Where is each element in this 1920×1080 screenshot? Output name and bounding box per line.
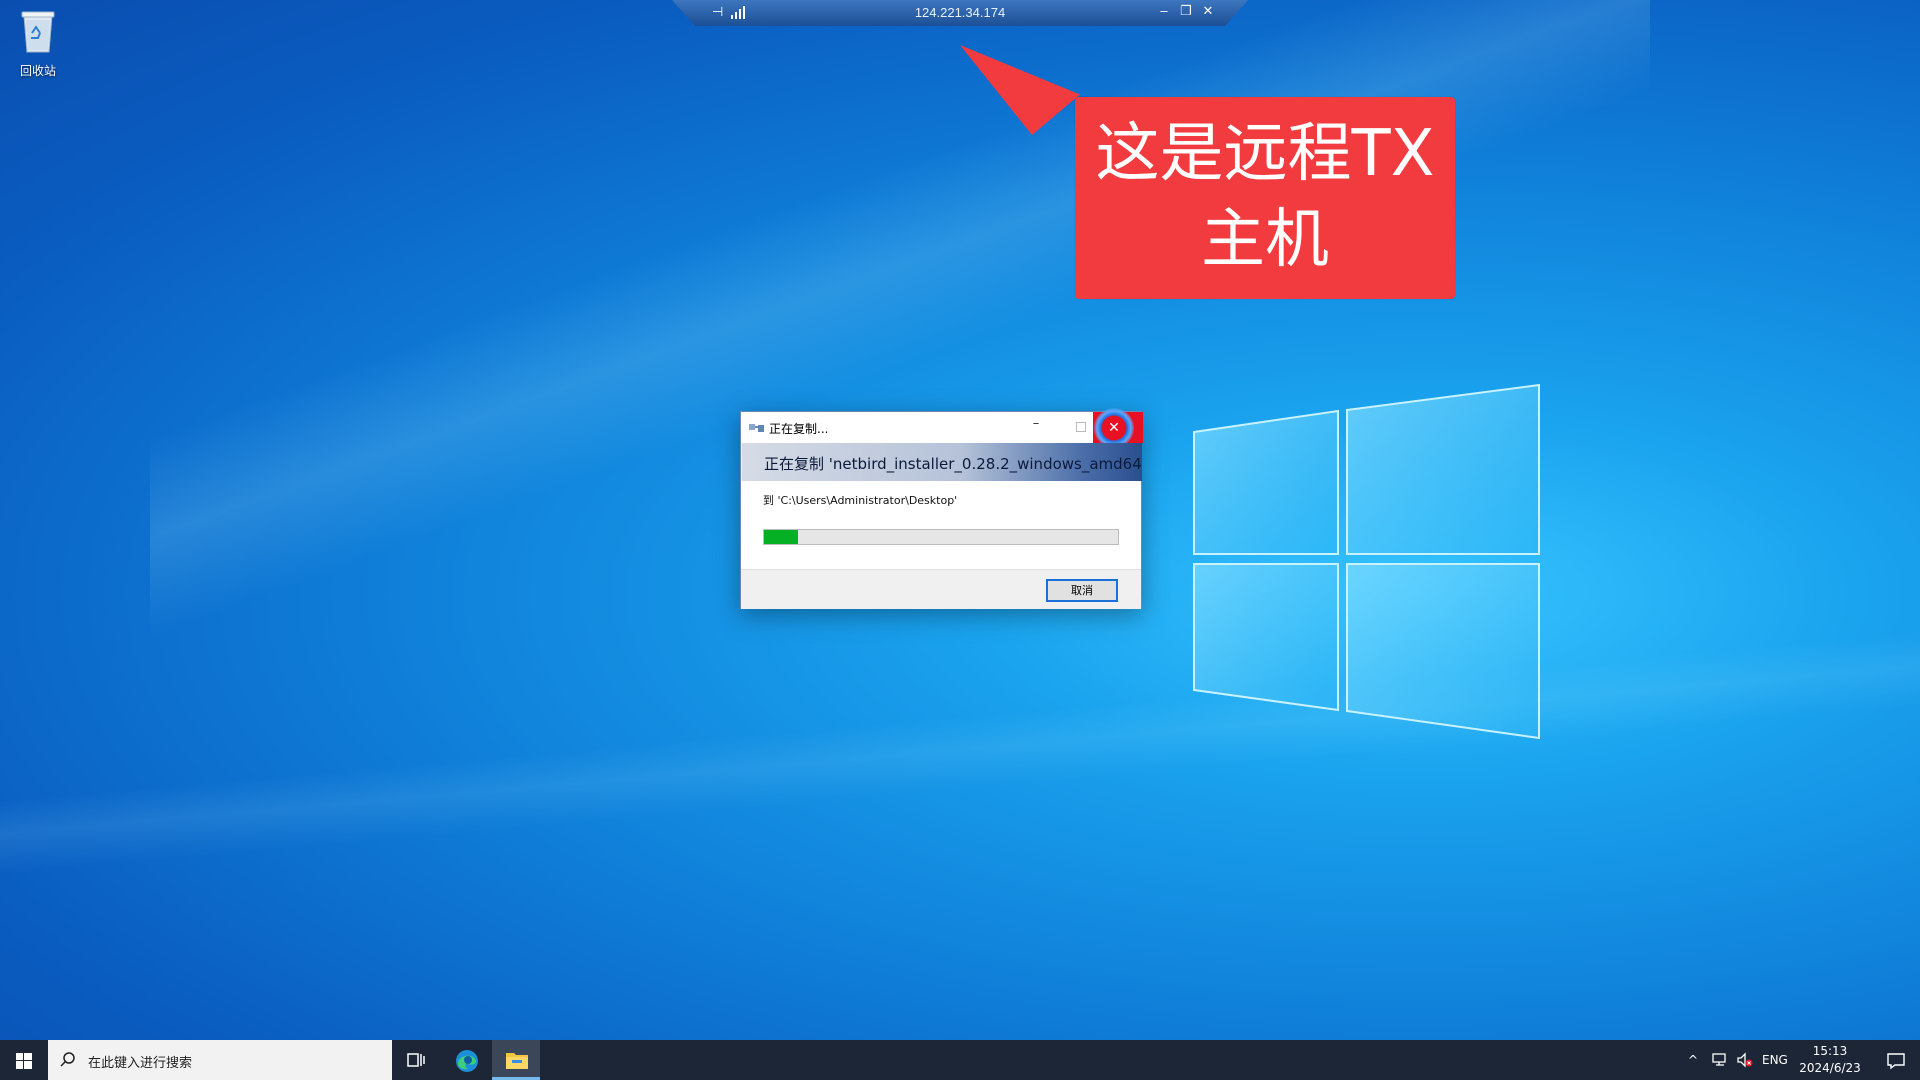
callout-line-2: 主机 xyxy=(1201,203,1329,277)
callout-line-1: 这是远程TX xyxy=(1095,117,1435,191)
maximize-icon xyxy=(1076,422,1086,432)
dialog-title: 正在复制... xyxy=(769,422,829,436)
taskbar-search-box[interactable]: 在此键入进行搜索 xyxy=(48,1040,392,1080)
search-placeholder: 在此键入进行搜索 xyxy=(88,1056,193,1071)
copy-progress-dialog: 正在复制... – ✕ 正在复制 'netbird_installer_0.28… xyxy=(740,408,1143,609)
taskbar-file-explorer-button[interactable] xyxy=(492,1040,540,1080)
rdp-restore-button[interactable]: ❐ xyxy=(1178,3,1194,19)
recycle-bin-desktop-icon[interactable]: 回收站 xyxy=(10,8,66,79)
dialog-minimize-button[interactable]: – xyxy=(1021,416,1051,438)
dialog-footer: 取消 xyxy=(741,569,1141,609)
destination-path: 到 'C:\Users\Administrator\Desktop' xyxy=(763,494,958,507)
taskbar: 在此键入进行搜索 ^ ENG 15:13 2024/6/23 xyxy=(0,1040,1920,1080)
system-tray: ^ ENG xyxy=(1680,1040,1790,1080)
edge-browser-icon xyxy=(456,1050,478,1072)
volume-muted-icon[interactable] xyxy=(1736,1052,1754,1068)
recycle-bin-label: 回收站 xyxy=(19,64,56,78)
close-icon: ✕ xyxy=(1094,408,1134,448)
copy-files-icon xyxy=(749,424,764,432)
copy-heading-banner: 正在复制 'netbird_installer_0.28.2_windows_a… xyxy=(742,443,1142,481)
windows-start-icon xyxy=(16,1053,32,1069)
show-hidden-icons-button[interactable]: ^ xyxy=(1688,1053,1698,1067)
start-button[interactable] xyxy=(0,1040,48,1080)
clock-date: 2024/6/23 xyxy=(1799,1061,1861,1075)
task-view-button[interactable] xyxy=(392,1040,440,1080)
network-icon[interactable] xyxy=(1712,1052,1730,1068)
taskbar-clock[interactable]: 15:13 2024/6/23 xyxy=(1795,1043,1865,1077)
annotation-callout: 这是远程TX 主机 xyxy=(1075,97,1455,299)
search-icon xyxy=(60,1052,75,1067)
cancel-button[interactable]: 取消 xyxy=(1046,579,1118,602)
input-language-indicator[interactable]: ENG xyxy=(1762,1053,1788,1067)
rdp-minimize-button[interactable]: – xyxy=(1156,3,1172,18)
taskbar-edge-button[interactable] xyxy=(442,1040,490,1080)
dialog-title-bar[interactable]: 正在复制... – ✕ xyxy=(741,408,1143,448)
remote-desktop-connection-bar[interactable]: ⊣ 124.221.34.174 – ❐ ✕ xyxy=(672,0,1248,26)
dialog-close-button[interactable]: ✕ xyxy=(1093,408,1143,448)
windows-logo-wallpaper xyxy=(1193,383,1540,740)
rdp-close-button[interactable]: ✕ xyxy=(1200,3,1216,19)
dialog-maximize-button[interactable] xyxy=(1066,416,1096,438)
action-center-button[interactable] xyxy=(1872,1040,1920,1080)
recycle-bin-icon xyxy=(21,11,55,53)
clock-time: 15:13 xyxy=(1812,1044,1848,1058)
callout-pointer xyxy=(960,45,1080,135)
copy-progress-bar xyxy=(763,529,1119,545)
file-explorer-icon xyxy=(506,1053,528,1069)
task-view-icon xyxy=(407,1053,425,1067)
progress-fill xyxy=(764,530,798,544)
notification-icon xyxy=(1887,1053,1905,1070)
copy-heading-text: 正在复制 'netbird_installer_0.28.2_windows_a… xyxy=(764,455,1142,473)
dialog-body: 到 'C:\Users\Administrator\Desktop' xyxy=(741,481,1141,569)
